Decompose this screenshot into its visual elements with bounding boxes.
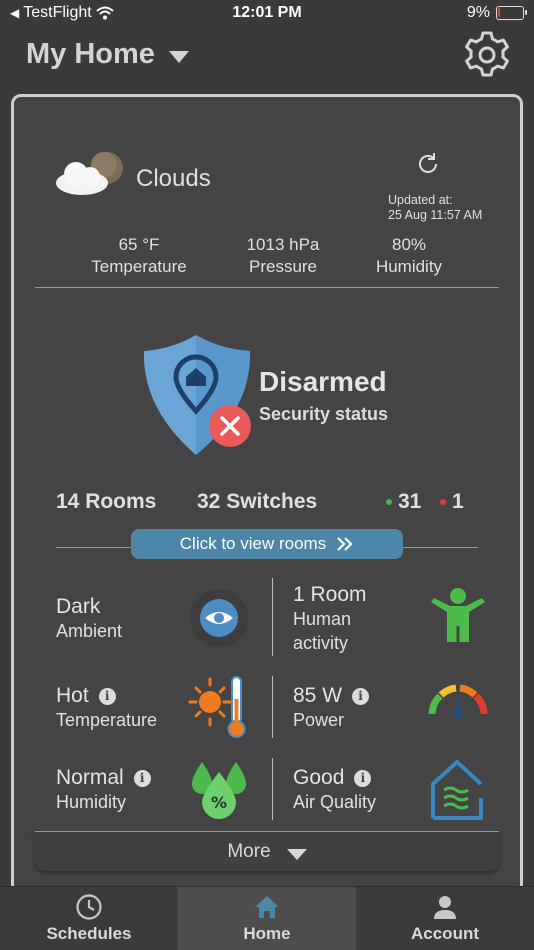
more-button[interactable]: More bbox=[35, 833, 499, 871]
pressure-label: Pressure bbox=[248, 257, 318, 276]
power-label: Power bbox=[293, 710, 345, 730]
humidity-tile[interactable]: Normal i Humidity bbox=[56, 765, 151, 814]
eye-icon bbox=[190, 589, 248, 647]
weather-humidity: 80% Humidity bbox=[350, 234, 468, 278]
power-gauge-icon bbox=[428, 684, 488, 718]
temperature-tile[interactable]: Hot i Temperature bbox=[56, 683, 157, 732]
clock-time: 12:01 PM bbox=[232, 4, 302, 21]
air-quality-tile[interactable]: Good i Air Quality bbox=[293, 765, 376, 814]
battery-icon bbox=[496, 6, 527, 20]
clouds-weather-icon bbox=[56, 152, 123, 195]
human-activity-value: 1 Room bbox=[293, 583, 367, 606]
home-icon bbox=[255, 896, 279, 918]
temperature-label: Temperature bbox=[91, 257, 187, 276]
view-rooms-button[interactable]: Click to view rooms bbox=[131, 529, 403, 559]
weather-temperature: 65 °F Temperature bbox=[68, 234, 210, 278]
temperature-state: Hot i bbox=[56, 683, 157, 708]
offline-value: 1 bbox=[452, 490, 464, 513]
weather-pressure: 1013 hPa Pressure bbox=[212, 234, 354, 278]
humidity-state: Normal i bbox=[56, 765, 151, 790]
ambient-tile[interactable]: Dark Ambient bbox=[56, 594, 122, 643]
tab-home-label: Home bbox=[243, 924, 291, 943]
more-divider bbox=[35, 831, 499, 832]
view-rooms-label: Click to view rooms bbox=[179, 534, 327, 553]
updated-time: 25 Aug 11:57 AM bbox=[388, 208, 483, 222]
svg-text:%: % bbox=[211, 793, 227, 812]
person-icon bbox=[434, 896, 456, 919]
switches-count: 32 Switches bbox=[197, 490, 318, 513]
person-activity-icon bbox=[431, 588, 485, 642]
ambient-value: Dark bbox=[56, 595, 101, 618]
divider bbox=[35, 287, 499, 288]
humidity-value: 80% bbox=[391, 235, 427, 254]
chevron-down-icon bbox=[286, 848, 307, 860]
updated-label: Updated at: bbox=[388, 193, 453, 207]
security-status-value: Disarmed bbox=[259, 366, 387, 397]
security-status-label: Security status bbox=[259, 404, 389, 424]
bottom-tab-bar: Schedules Home Account bbox=[0, 886, 534, 950]
clock-icon bbox=[76, 894, 102, 920]
sun-thermometer-icon bbox=[188, 676, 246, 738]
human-activity-label-2: activity bbox=[293, 633, 349, 653]
online-count: 31 bbox=[386, 490, 421, 514]
rooms-count: 14 Rooms bbox=[56, 490, 157, 513]
info-icon[interactable]: i bbox=[133, 770, 151, 787]
human-activity-label-1: Human bbox=[293, 609, 352, 629]
home-selector[interactable]: My Home bbox=[26, 38, 189, 71]
info-icon[interactable]: i bbox=[352, 688, 370, 705]
info-icon[interactable]: i bbox=[354, 770, 372, 787]
tile-divider bbox=[272, 578, 273, 656]
weather-updated: Updated at: 25 Aug 11:57 AM bbox=[388, 193, 482, 223]
tab-home[interactable]: Home bbox=[178, 887, 356, 950]
tile-divider bbox=[272, 676, 273, 738]
status-bar: ◀ TestFlight 12:01 PM 9% bbox=[0, 0, 534, 28]
ambient-label: Ambient bbox=[56, 621, 123, 641]
tile-divider bbox=[272, 758, 273, 820]
temperature-tile-label: Temperature bbox=[56, 710, 158, 730]
gear-icon[interactable] bbox=[462, 30, 512, 80]
tab-account[interactable]: Account bbox=[356, 887, 534, 950]
pressure-value: 1013 hPa bbox=[246, 235, 320, 254]
security-shield-icon[interactable] bbox=[140, 333, 258, 459]
page-title: My Home bbox=[26, 38, 155, 70]
weather-condition: Clouds bbox=[136, 165, 211, 192]
online-value: 31 bbox=[398, 490, 422, 513]
more-label: More bbox=[227, 841, 271, 862]
offline-dot-icon bbox=[440, 499, 446, 506]
air-quality-value: Good i bbox=[293, 765, 376, 790]
online-dot-icon bbox=[386, 499, 392, 506]
offline-count: 1 bbox=[440, 490, 464, 514]
power-tile[interactable]: 85 Wi Power bbox=[293, 683, 370, 732]
tab-schedules[interactable]: Schedules bbox=[0, 887, 178, 950]
human-activity-tile[interactable]: 1 Room Human activity bbox=[293, 582, 367, 655]
humidity-drops-icon: % bbox=[192, 762, 246, 819]
battery-status: 9% bbox=[466, 4, 527, 22]
temperature-value: 65 °F bbox=[118, 235, 160, 254]
chevron-down-icon bbox=[168, 50, 189, 63]
tab-schedules-label: Schedules bbox=[46, 924, 132, 943]
refresh-icon[interactable] bbox=[414, 150, 442, 178]
double-chevron-right-icon bbox=[337, 537, 353, 551]
battery-percent: 9% bbox=[466, 4, 490, 21]
air-quality-label: Air Quality bbox=[293, 792, 377, 812]
tab-account-label: Account bbox=[411, 924, 479, 943]
humidity-label: Humidity bbox=[375, 257, 443, 276]
info-icon[interactable]: i bbox=[98, 688, 116, 705]
air-quality-house-icon bbox=[431, 760, 483, 820]
humidity-tile-label: Humidity bbox=[56, 792, 127, 812]
power-value: 85 Wi bbox=[293, 683, 370, 708]
